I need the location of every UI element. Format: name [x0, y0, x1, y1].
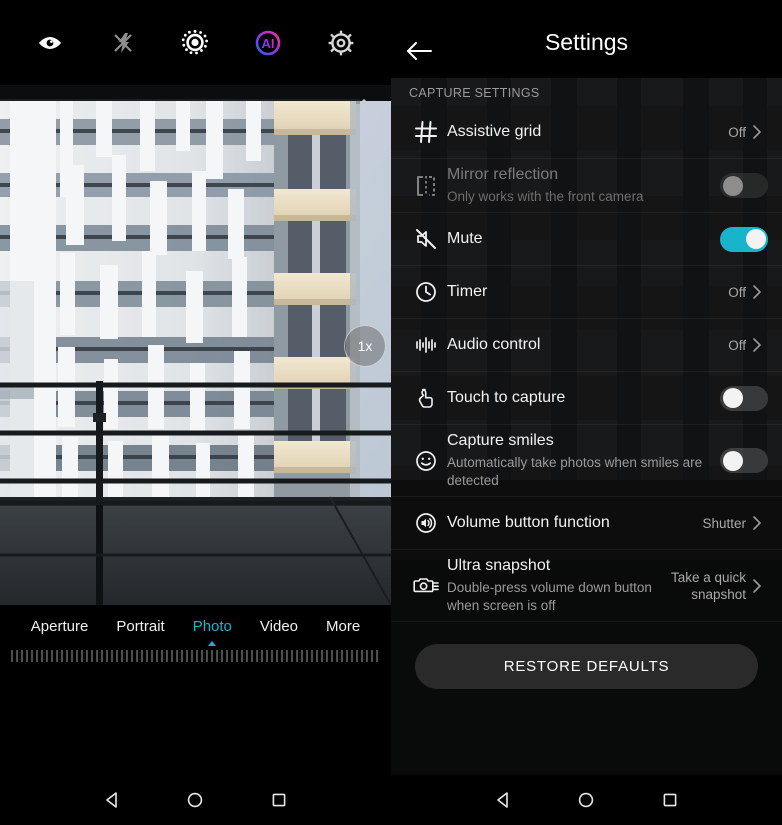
row-title: Mirror reflection: [447, 166, 559, 183]
settings-content: Settings CAPTURE SETTINGS Assistive grid: [391, 0, 782, 775]
chevron-right-icon: [746, 337, 768, 353]
audio-wave-icon: [405, 333, 447, 357]
settings-header: Settings: [391, 0, 782, 78]
touch-to-capture-toggle[interactable]: [720, 385, 768, 411]
row-text: Touch to capture: [447, 388, 720, 408]
settings-row-timer[interactable]: Timer Off: [391, 266, 782, 319]
phone-screen: AI 1x Aperture Portrait Photo Video More…: [0, 0, 782, 825]
mode-ruler-ticks: [10, 648, 381, 664]
ultra-snapshot-icon: [405, 574, 447, 598]
row-title: Ultra snapshot: [447, 557, 551, 574]
camera-toolbar: AI: [0, 0, 391, 85]
chevron-right-icon: [746, 284, 768, 300]
camera-viewfinder-pane: AI 1x Aperture Portrait Photo Video More: [0, 0, 391, 825]
row-title: Capture smiles: [447, 432, 554, 449]
row-title: Touch to capture: [447, 389, 566, 406]
row-value: Take a quick snapshot: [670, 569, 746, 602]
mode-more[interactable]: More: [325, 616, 361, 637]
restore-defaults-wrap: RESTORE DEFAULTS: [391, 622, 782, 689]
row-subtitle: Only works with the front camera: [447, 189, 644, 204]
settings-row-touch-to-capture[interactable]: Touch to capture: [391, 372, 782, 425]
svg-text:AI: AI: [262, 36, 275, 51]
gear-icon[interactable]: [324, 26, 358, 60]
clock-icon: [405, 280, 447, 304]
volume-icon: [405, 511, 447, 535]
row-text: Mirror reflection Only works with the fr…: [447, 165, 720, 206]
settings-row-mute[interactable]: Mute: [391, 213, 782, 266]
mode-video[interactable]: Video: [259, 616, 299, 637]
smile-icon: [405, 449, 447, 473]
mode-portrait[interactable]: Portrait: [115, 616, 165, 637]
navbar-right: [391, 775, 782, 825]
row-text: Mute: [447, 229, 720, 249]
nav-recents-button-left[interactable]: [264, 785, 294, 815]
row-text: Capture smiles Automatically take photos…: [447, 431, 720, 490]
row-title: Timer: [447, 283, 488, 300]
flash-off-icon[interactable]: [106, 26, 140, 60]
row-value: Off: [728, 124, 746, 140]
camera-mode-selector: Aperture Portrait Photo Video More: [0, 605, 391, 647]
row-title: Mute: [447, 230, 483, 247]
nav-recents-button-right[interactable]: [655, 785, 685, 815]
preview-building-image: [0, 85, 391, 605]
preview-status-dot: [362, 99, 366, 113]
mute-icon: [405, 227, 447, 251]
settings-title: Settings: [544, 28, 629, 55]
row-title: Assistive grid: [447, 123, 542, 140]
nav-back-button-right[interactable]: [488, 785, 518, 815]
nav-back-button-left[interactable]: [97, 785, 127, 815]
mode-photo[interactable]: Photo: [192, 616, 233, 637]
toggle-knob: [722, 388, 743, 408]
beauty-icon[interactable]: [178, 26, 212, 60]
grid-icon: [405, 120, 447, 144]
restore-defaults-button[interactable]: RESTORE DEFAULTS: [415, 644, 758, 689]
row-text: Assistive grid: [447, 122, 728, 142]
back-arrow-icon[interactable]: [401, 36, 437, 66]
camera-preview[interactable]: 1x: [0, 85, 391, 605]
capture-smiles-toggle[interactable]: [720, 448, 768, 473]
settings-row-ultra-snapshot[interactable]: Ultra snapshot Double-press volume down …: [391, 550, 782, 622]
mirror-reflection-toggle: [720, 173, 768, 198]
nav-home-button-right[interactable]: [571, 785, 601, 815]
touch-icon: [405, 386, 447, 410]
settings-row-capture-smiles[interactable]: Capture smiles Automatically take photos…: [391, 425, 782, 497]
mode-aperture[interactable]: Aperture: [30, 616, 90, 637]
section-header-capture-settings: CAPTURE SETTINGS: [409, 86, 540, 100]
row-text: Audio control: [447, 335, 728, 355]
row-value: Shutter: [702, 515, 746, 531]
settings-row-mirror-reflection: Mirror reflection Only works with the fr…: [391, 159, 782, 213]
mute-toggle[interactable]: [720, 226, 768, 252]
row-text: Ultra snapshot Double-press volume down …: [447, 556, 660, 615]
settings-pane: Settings CAPTURE SETTINGS Assistive grid: [391, 0, 782, 825]
chevron-right-icon: [746, 578, 768, 594]
row-title: Volume button function: [447, 514, 610, 531]
eye-icon[interactable]: [33, 26, 67, 60]
camera-controls-row: [0, 685, 391, 775]
row-value: Off: [728, 337, 746, 353]
toggle-knob: [722, 175, 743, 196]
toggle-knob: [745, 229, 766, 249]
ai-icon[interactable]: AI: [251, 26, 285, 60]
settings-row-volume-button-function[interactable]: Volume button function Shutter: [391, 497, 782, 550]
row-title: Audio control: [447, 336, 541, 353]
zoom-level-badge[interactable]: 1x: [344, 325, 386, 367]
settings-row-audio-control[interactable]: Audio control Off: [391, 319, 782, 372]
settings-row-assistive-grid[interactable]: Assistive grid Off: [391, 106, 782, 159]
navbar-left: [0, 775, 391, 825]
toggle-knob: [722, 450, 743, 471]
row-text: Volume button function: [447, 513, 702, 533]
row-subtitle: Automatically take photos when smiles ar…: [447, 455, 703, 488]
nav-home-button-left[interactable]: [180, 785, 210, 815]
row-text: Timer: [447, 282, 728, 302]
chevron-right-icon: [746, 124, 768, 140]
chevron-right-icon: [746, 515, 768, 531]
row-value: Off: [728, 284, 746, 300]
row-subtitle: Double-press volume down button when scr…: [447, 580, 652, 613]
mirror-icon: [405, 174, 447, 198]
